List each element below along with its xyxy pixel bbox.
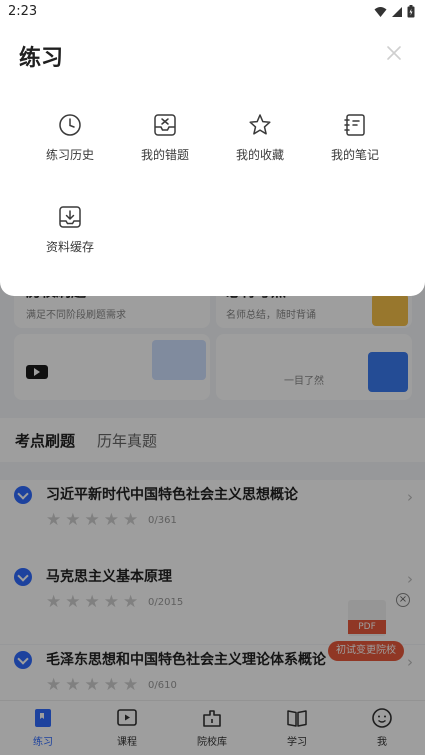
menu-item-wrong-questions[interactable]: 我的错题 (125, 112, 205, 182)
menu-item-favorites[interactable]: 我的收藏 (220, 112, 300, 182)
practice-menu-panel: 练习 练习历史 我的错题 我的收藏 我的笔记 资料缓存 (0, 24, 425, 296)
wrong-questions-inbox-icon (154, 114, 176, 136)
menu-item-label: 我的笔记 (330, 148, 379, 162)
status-icons (374, 5, 415, 18)
menu-item-label: 我的错题 (140, 148, 189, 162)
menu-item-label: 练习历史 (45, 148, 94, 162)
star-icon (249, 114, 271, 135)
wifi-icon (374, 6, 387, 17)
panel-title: 练习 (19, 46, 64, 71)
battery-icon (407, 5, 415, 18)
close-icon[interactable] (383, 42, 405, 64)
menu-item-label: 资料缓存 (45, 240, 94, 254)
download-tray-icon (59, 206, 81, 228)
clock-icon (59, 114, 81, 136)
signal-icon (392, 6, 402, 17)
status-bar: 2:23 (0, 0, 425, 24)
menu-item-material-cache[interactable]: 资料缓存 (30, 204, 110, 274)
menu-item-practice-history[interactable]: 练习历史 (30, 112, 110, 182)
notebook-icon (344, 114, 365, 136)
status-time: 2:23 (8, 4, 38, 19)
menu-item-label: 我的收藏 (235, 148, 284, 162)
menu-item-notes[interactable]: 我的笔记 (315, 112, 395, 182)
